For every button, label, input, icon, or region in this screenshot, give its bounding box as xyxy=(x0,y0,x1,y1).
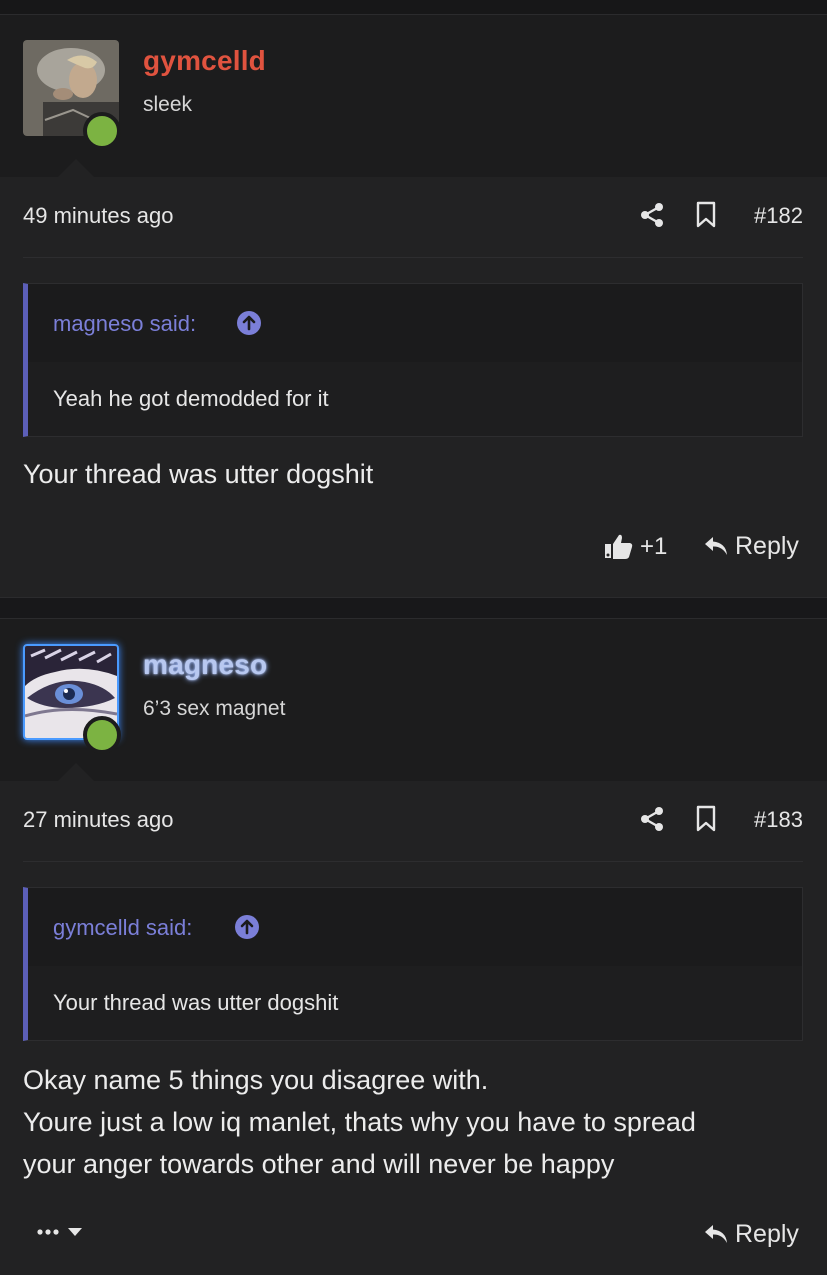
post-message: Your thread was utter dogshit xyxy=(23,453,803,495)
post-time[interactable]: 49 minutes ago xyxy=(23,203,173,229)
reply-label: Reply xyxy=(735,1220,799,1248)
quote-author[interactable]: gymcelld said: xyxy=(53,915,192,941)
more-options-button[interactable] xyxy=(36,1219,96,1249)
like-count: +1 xyxy=(640,533,668,560)
thumbs-up-icon xyxy=(605,534,633,559)
bookmark-icon[interactable] xyxy=(695,201,717,229)
top-bar xyxy=(0,0,827,15)
message-line: Okay name 5 things you disagree with. xyxy=(23,1065,489,1095)
chevron-down-icon xyxy=(68,1228,82,1236)
message-line: Youre just a low iq manlet, thats why yo… xyxy=(23,1107,696,1137)
arrow-up-circle-icon[interactable] xyxy=(234,914,260,940)
online-status-indicator xyxy=(83,112,121,150)
quote-block: gymcelld said: Your thread was utter dog… xyxy=(23,887,803,1041)
quote-author[interactable]: magneso said: xyxy=(53,311,196,337)
user-title: sleek xyxy=(143,93,193,116)
post-body: 27 minutes ago #183 gymcelld said: Your … xyxy=(0,781,827,1275)
post-time[interactable]: 27 minutes ago xyxy=(23,807,173,833)
message-line: your anger towards other and will never … xyxy=(23,1149,615,1179)
post-author-block: gymcelld sleek xyxy=(0,15,827,177)
post-actions: +1 Reply xyxy=(0,527,827,567)
post-author-block: magneso 6’3 sex magnet xyxy=(0,619,827,781)
reply-button[interactable]: Reply xyxy=(703,531,801,563)
post-number[interactable]: #183 xyxy=(754,807,803,833)
username[interactable]: magneso xyxy=(143,649,267,681)
reply-arrow-icon xyxy=(705,537,727,555)
post-meta: 49 minutes ago #182 xyxy=(23,197,803,237)
share-icon[interactable] xyxy=(639,202,665,228)
user-title: 6’3 sex magnet xyxy=(143,697,286,720)
bookmark-icon[interactable] xyxy=(695,805,717,833)
username[interactable]: gymcelld xyxy=(143,45,266,77)
divider xyxy=(23,861,803,862)
quote-text: Yeah he got demodded for it xyxy=(53,386,329,411)
quote-header[interactable]: gymcelld said: xyxy=(28,888,802,966)
reply-label: Reply xyxy=(735,532,799,560)
quote-text: Your thread was utter dogshit xyxy=(53,990,339,1015)
share-icon[interactable] xyxy=(639,806,665,832)
post-separator xyxy=(0,597,827,619)
post-actions: Reply xyxy=(0,1215,827,1255)
divider xyxy=(23,257,803,258)
online-status-indicator xyxy=(83,716,121,754)
reply-arrow-icon xyxy=(705,1225,727,1243)
reply-button[interactable]: Reply xyxy=(703,1219,801,1251)
quote-header[interactable]: magneso said: xyxy=(28,284,802,362)
message-line: Your thread was utter dogshit xyxy=(23,459,374,489)
post-body: 49 minutes ago #182 magneso said: Yeah h… xyxy=(0,177,827,597)
avatar[interactable] xyxy=(23,40,121,150)
post-number[interactable]: #182 xyxy=(754,203,803,229)
arrow-up-circle-icon[interactable] xyxy=(236,310,262,336)
author-pointer xyxy=(58,159,94,177)
quote-block: magneso said: Yeah he got demodded for i… xyxy=(23,283,803,437)
post-message: Okay name 5 things you disagree with. Yo… xyxy=(23,1059,803,1185)
avatar[interactable] xyxy=(23,644,121,754)
post-meta: 27 minutes ago #183 xyxy=(23,801,803,841)
author-pointer xyxy=(58,763,94,781)
more-dots-icon xyxy=(37,1229,59,1235)
